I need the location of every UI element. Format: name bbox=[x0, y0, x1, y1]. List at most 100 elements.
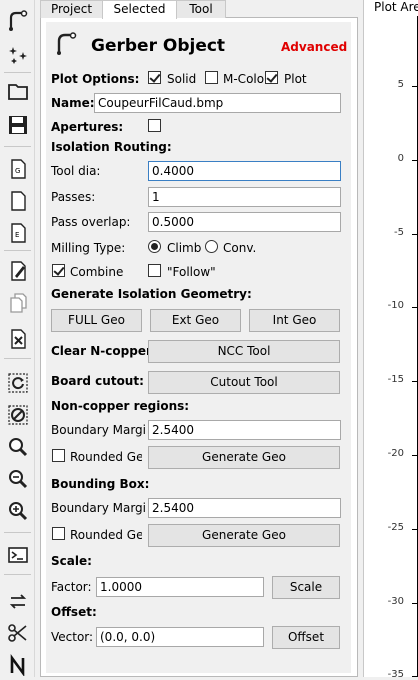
tool-dia-input[interactable]: 0.4000 bbox=[148, 161, 341, 181]
new-excellon-icon[interactable]: E bbox=[5, 220, 31, 246]
bbox-generate-button[interactable]: Generate Geo bbox=[148, 524, 340, 547]
offset-vector-label: Vector: bbox=[51, 630, 94, 644]
new-file-icon[interactable] bbox=[5, 188, 31, 214]
gerber-properties: Gerber Object Advanced Plot Options: Sol… bbox=[46, 22, 351, 673]
left-toolbar: G E bbox=[0, 0, 35, 677]
mcolo-checkbox[interactable] bbox=[205, 71, 218, 84]
pass-overlap-input[interactable]: 0.5000 bbox=[148, 212, 341, 232]
bounding-box-title: Bounding Box: bbox=[51, 477, 150, 491]
cutout-tool-button[interactable]: Cutout Tool bbox=[148, 371, 340, 394]
tab-tool[interactable]: Tool bbox=[176, 0, 226, 18]
gerber-object-icon bbox=[55, 32, 79, 59]
offset-button[interactable]: Offset bbox=[272, 626, 340, 649]
plot-area-title: Plot Area bbox=[374, 0, 418, 14]
y-tick-mark bbox=[412, 528, 418, 530]
copy-icon[interactable] bbox=[5, 290, 31, 316]
zoom-in-icon[interactable] bbox=[5, 466, 31, 492]
snap-icon[interactable] bbox=[5, 42, 31, 68]
y-tick-mark bbox=[412, 602, 418, 604]
noncopper-rounded-checkbox[interactable] bbox=[52, 449, 65, 462]
replot-icon[interactable] bbox=[5, 370, 31, 396]
open-folder-icon[interactable] bbox=[5, 78, 31, 104]
edit-icon[interactable] bbox=[5, 258, 31, 284]
geometry-cursor-icon[interactable] bbox=[5, 8, 31, 34]
y-tick-mark bbox=[412, 307, 418, 309]
offset-title: Offset: bbox=[51, 605, 97, 619]
y-tick-label: -5 bbox=[394, 226, 404, 238]
y-tick-mark bbox=[412, 233, 418, 235]
y-tick-label: -10 bbox=[387, 300, 404, 312]
solid-label: Solid bbox=[167, 72, 197, 86]
scale-title: Scale: bbox=[51, 554, 92, 568]
conv-label: Conv. bbox=[223, 241, 257, 255]
bbox-rounded-checkbox[interactable] bbox=[52, 527, 65, 540]
scale-button[interactable]: Scale bbox=[272, 576, 340, 599]
bbox-margin-label: Boundary Margin bbox=[51, 501, 146, 515]
int-geo-button[interactable]: Int Geo bbox=[249, 309, 340, 332]
y-tick-label: -30 bbox=[387, 595, 404, 607]
object-title: Gerber Object bbox=[91, 36, 226, 56]
climb-label: Climb bbox=[167, 241, 202, 255]
plot-area[interactable]: Plot Area 5 0 -5 -10 -15 -20 -25 -30 -35 bbox=[363, 0, 418, 680]
n-icon[interactable] bbox=[5, 652, 31, 678]
y-tick-mark bbox=[412, 381, 418, 383]
passes-label: Passes: bbox=[51, 190, 96, 204]
ext-geo-button[interactable]: Ext Geo bbox=[150, 309, 241, 332]
shell-icon[interactable] bbox=[5, 542, 31, 568]
tab-selected[interactable]: Selected bbox=[102, 0, 177, 19]
conv-radio[interactable] bbox=[205, 240, 218, 253]
move-icon[interactable] bbox=[5, 588, 31, 614]
combine-label: Combine bbox=[70, 265, 124, 279]
offset-vector-input[interactable]: (0.0, 0.0) bbox=[96, 627, 264, 647]
apertures-checkbox[interactable] bbox=[148, 119, 161, 132]
noncopper-margin-input[interactable]: 2.5400 bbox=[148, 420, 341, 440]
board-cutout-label: Board cutout: bbox=[51, 374, 144, 388]
noncopper-generate-button[interactable]: Generate Geo bbox=[148, 446, 340, 469]
zoom-out-icon[interactable] bbox=[5, 498, 31, 524]
y-tick-label: 0 bbox=[397, 152, 404, 164]
bbox-margin-input[interactable]: 2.5400 bbox=[148, 498, 341, 518]
delete-icon[interactable] bbox=[5, 326, 31, 352]
name-input[interactable]: CoupeurFilCaud.bmp bbox=[94, 93, 341, 113]
zoom-fit-icon[interactable] bbox=[5, 434, 31, 460]
clear-ncopper-label: Clear N-copper bbox=[51, 344, 152, 358]
combine-checkbox[interactable] bbox=[52, 264, 65, 277]
plot-options-label: Plot Options: bbox=[51, 72, 140, 86]
tab-project[interactable]: Project bbox=[40, 0, 103, 18]
bbox-rounded-label: Rounded Geo bbox=[70, 528, 142, 542]
y-tick-label: -20 bbox=[387, 448, 404, 459]
selected-panel: Gerber Object Advanced Plot Options: Sol… bbox=[40, 18, 358, 677]
y-tick-label: -15 bbox=[387, 374, 404, 386]
isolation-routing-title: Isolation Routing: bbox=[51, 140, 172, 154]
clear-plot-icon[interactable] bbox=[5, 402, 31, 428]
pass-overlap-label: Pass overlap: bbox=[51, 215, 131, 229]
new-gerber-icon[interactable]: G bbox=[5, 156, 31, 182]
scale-factor-label: Factor: bbox=[51, 580, 92, 594]
climb-radio[interactable] bbox=[148, 240, 161, 253]
y-tick-label: -35 bbox=[387, 669, 404, 680]
scale-factor-input[interactable]: 1.0000 bbox=[96, 577, 264, 597]
y-tick-label: -25 bbox=[387, 521, 404, 533]
passes-input[interactable]: 1 bbox=[148, 187, 341, 207]
noncopper-margin-label: Boundary Margin bbox=[51, 423, 146, 437]
name-label: Name: bbox=[51, 96, 95, 110]
mcolo-label: M-Colo bbox=[223, 72, 265, 86]
plot-checkbox[interactable] bbox=[265, 71, 278, 84]
notebook-tabs: Project Selected Tool bbox=[40, 0, 358, 19]
noncopper-title: Non-copper regions: bbox=[51, 399, 190, 413]
ncc-tool-button[interactable]: NCC Tool bbox=[148, 340, 340, 363]
save-icon[interactable] bbox=[5, 112, 31, 138]
apertures-label: Apertures: bbox=[51, 120, 124, 134]
y-tick-mark bbox=[412, 86, 418, 87]
solid-checkbox[interactable] bbox=[148, 71, 161, 84]
y-tick-mark bbox=[412, 455, 418, 456]
follow-label: "Follow" bbox=[167, 265, 216, 279]
noncopper-rounded-label: Rounded Geo bbox=[70, 450, 142, 464]
tool-dia-label: Tool dia: bbox=[51, 164, 101, 178]
cut-icon[interactable] bbox=[5, 620, 31, 646]
full-geo-button[interactable]: FULL Geo bbox=[51, 309, 142, 332]
svg-text:E: E bbox=[15, 231, 19, 239]
follow-checkbox[interactable] bbox=[148, 264, 161, 277]
generate-isolation-title: Generate Isolation Geometry: bbox=[51, 287, 252, 301]
plot-label: Plot bbox=[284, 72, 307, 86]
